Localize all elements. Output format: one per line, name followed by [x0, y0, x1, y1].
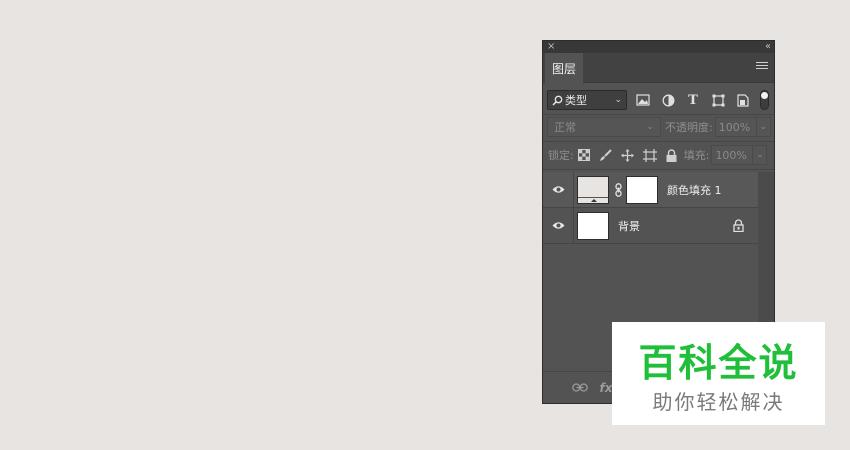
- fill-chevron-icon[interactable]: ⌄: [753, 145, 768, 165]
- filter-toggle-switch[interactable]: [760, 90, 769, 110]
- lock-image-pixels-icon[interactable]: [599, 148, 613, 162]
- panel-menu-icon[interactable]: [756, 62, 768, 72]
- layer-name[interactable]: 背景: [618, 218, 640, 234]
- divider: [543, 169, 774, 170]
- watermark-subtitle: 助你轻松解决: [652, 390, 785, 414]
- lock-artboard-icon[interactable]: [642, 148, 657, 162]
- layer-row-color-fill[interactable]: 颜色填充 1: [543, 172, 759, 208]
- layer-name[interactable]: 颜色填充 1: [667, 182, 722, 198]
- lock-all-icon[interactable]: [665, 148, 679, 162]
- smartobject-filter-icon[interactable]: [734, 91, 752, 109]
- filter-type-label: 类型: [565, 94, 587, 107]
- layer-mask-thumbnail[interactable]: [626, 175, 658, 204]
- filter-row: 类型 ⌄ T: [543, 88, 774, 112]
- blend-mode-select[interactable]: 正常 ⌄: [547, 117, 661, 137]
- opacity-input[interactable]: 100%: [714, 117, 757, 137]
- filter-type-select[interactable]: 类型 ⌄: [547, 90, 627, 110]
- lock-row: 锁定: 填充: 100% ⌄: [543, 144, 774, 166]
- mask-link-icon[interactable]: [612, 182, 624, 197]
- workspace: × ‹‹ 图层 类型 ⌄ T 正常 ⌄ 不透明度: 100% ⌄ 锁定: 填充:…: [0, 0, 850, 450]
- fill-input[interactable]: 100%: [711, 145, 754, 165]
- search-icon: [552, 95, 563, 106]
- adjustment-filter-icon[interactable]: [659, 91, 677, 109]
- watermark-title: 百科全说: [638, 341, 799, 385]
- eye-icon: [552, 186, 564, 193]
- shape-filter-icon[interactable]: [709, 91, 727, 109]
- type-filter-icon[interactable]: T: [684, 91, 702, 109]
- lock-label: 锁定:: [548, 149, 574, 162]
- layer-thumbnail-background[interactable]: [577, 211, 609, 240]
- visibility-toggle[interactable]: [543, 208, 574, 243]
- link-layers-icon[interactable]: [571, 379, 589, 397]
- layer-lock-icon[interactable]: [733, 219, 745, 233]
- panel-titlebar: × ‹‹: [543, 41, 774, 53]
- panel-tabbar: 图层: [543, 53, 774, 83]
- lock-transparent-pixels-icon[interactable]: [577, 148, 591, 162]
- close-panel-button[interactable]: ×: [547, 41, 555, 53]
- layer-thumbnail-fill[interactable]: [577, 175, 609, 204]
- type-filter-glyph: T: [688, 92, 698, 108]
- blend-mode-value: 正常: [554, 121, 576, 134]
- opacity-label: 不透明度:: [665, 121, 713, 134]
- lock-position-icon[interactable]: [621, 148, 635, 162]
- divider: [543, 114, 774, 115]
- image-filter-icon[interactable]: [634, 91, 652, 109]
- visibility-toggle[interactable]: [543, 172, 574, 207]
- collapse-panel-button[interactable]: ‹‹: [765, 41, 771, 53]
- chevron-down-icon: ⌄: [614, 95, 622, 105]
- tab-layers[interactable]: 图层: [545, 53, 583, 83]
- watermark-logo: 百科全说 助你轻松解决: [612, 322, 825, 425]
- opacity-chevron-icon[interactable]: ⌄: [756, 117, 771, 137]
- divider: [543, 141, 774, 142]
- chevron-down-icon: ⌄: [646, 122, 654, 132]
- layers-list: 颜色填充 1 背景: [543, 172, 759, 244]
- fill-label: 填充:: [683, 149, 710, 162]
- layer-row-background[interactable]: 背景: [543, 208, 759, 244]
- blend-row: 正常 ⌄ 不透明度: 100% ⌄: [543, 116, 774, 138]
- eye-icon: [552, 222, 564, 229]
